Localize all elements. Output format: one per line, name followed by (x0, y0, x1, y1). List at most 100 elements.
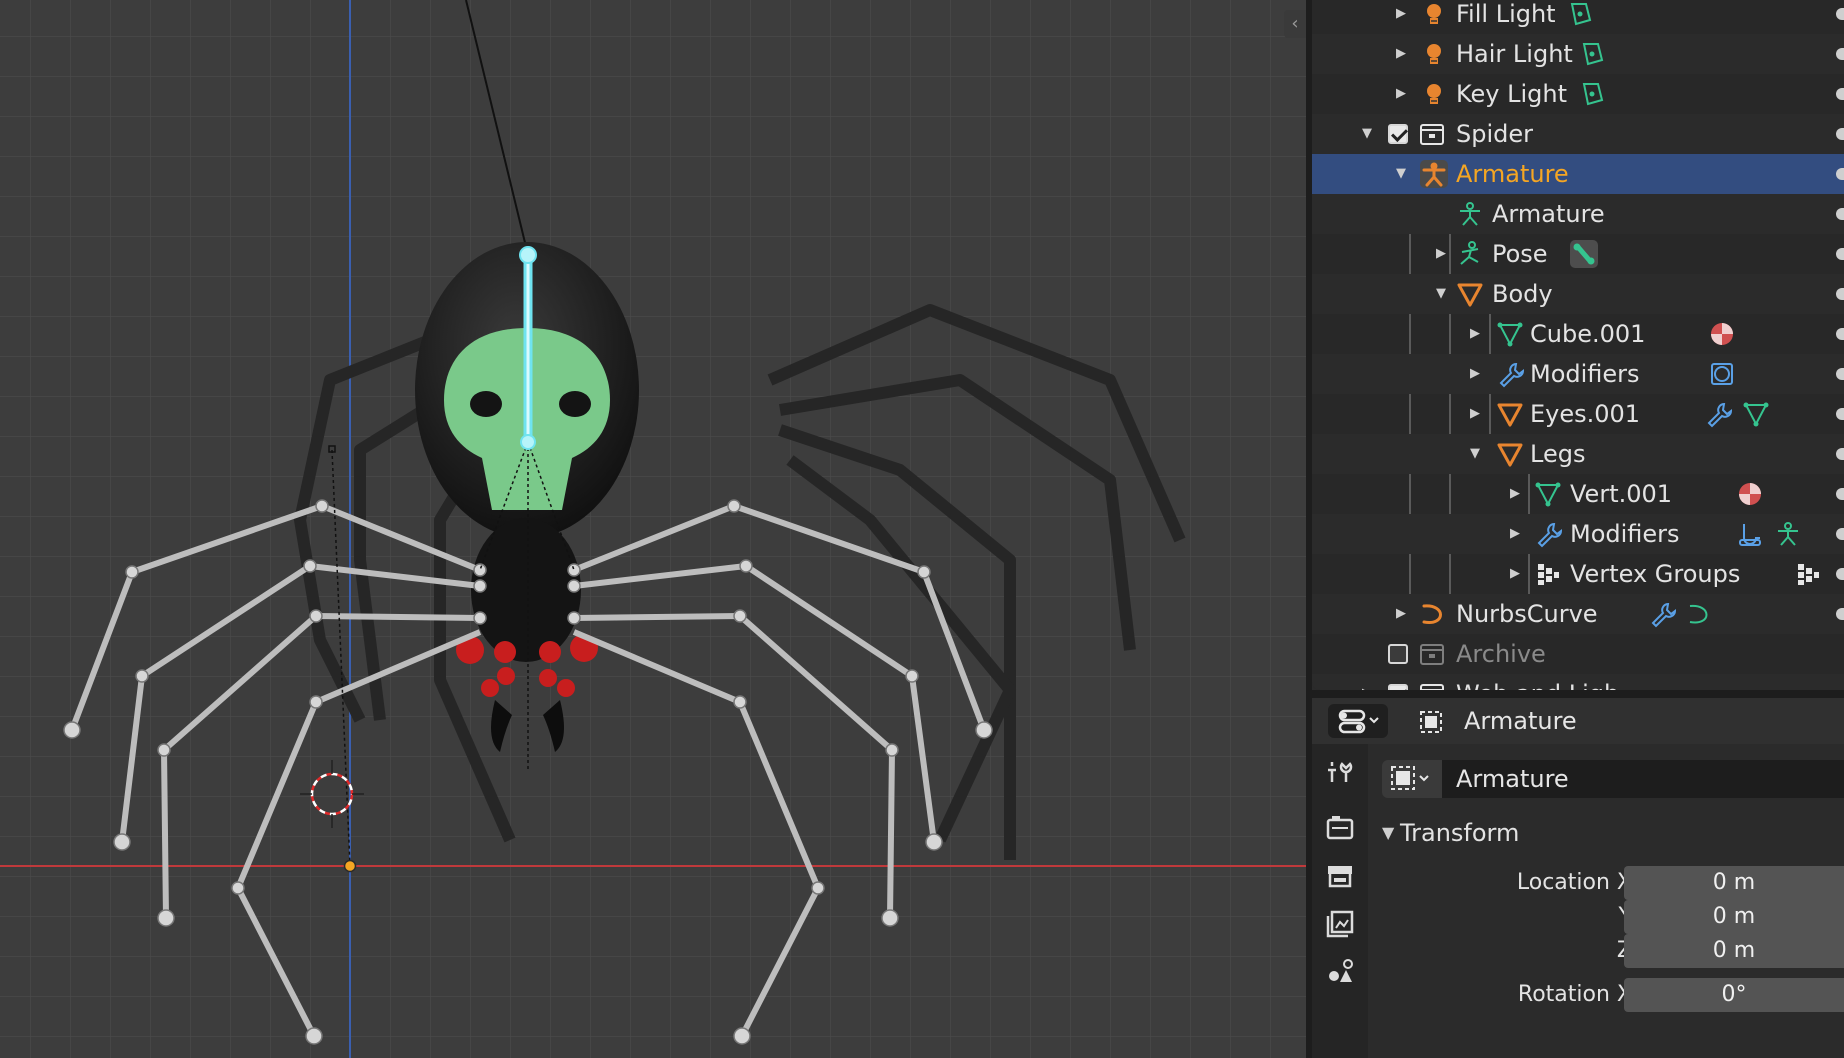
number-field[interactable]: 0° (1624, 978, 1844, 1012)
transform-panel-header[interactable]: ▼ Transform (1376, 812, 1844, 854)
light-data-icon-icon[interactable] (1578, 40, 1606, 68)
vertex-groups-icon[interactable] (1534, 560, 1562, 588)
outliner-row-nurbscurve[interactable]: ▶ NurbsCurve (1312, 594, 1844, 634)
expand-right-icon[interactable]: ▶ (1392, 0, 1410, 34)
row-indicator (1836, 288, 1844, 300)
expand-right-icon[interactable]: ▶ (1506, 554, 1524, 594)
collection-icon[interactable] (1418, 680, 1446, 690)
collection-checkbox[interactable] (1388, 644, 1408, 664)
object-name-field[interactable]: Armature (1442, 760, 1844, 798)
wrench-icon[interactable] (1648, 600, 1676, 628)
tab-render[interactable] (1320, 808, 1360, 848)
number-field[interactable]: 0 m (1624, 866, 1844, 900)
expand-right-icon[interactable]: ▶ (1506, 474, 1524, 514)
outliner-row-archive[interactable]: Archive (1312, 634, 1844, 674)
outliner-row-hair-light[interactable]: ▶ Hair Light (1312, 34, 1844, 74)
expand-down-icon[interactable]: ▼ (1392, 154, 1410, 194)
collection-icon[interactable] (1418, 120, 1446, 148)
expand-down-icon[interactable]: ▼ (1432, 274, 1450, 314)
material-icon-icon[interactable] (1708, 320, 1736, 348)
expand-right-icon[interactable]: ▶ (1358, 674, 1376, 690)
outliner-label: Pose (1492, 240, 1548, 268)
expand-down-icon[interactable]: ▼ (1466, 434, 1484, 474)
curve-object-icon[interactable] (1420, 600, 1448, 628)
armature-icon[interactable] (1774, 520, 1802, 548)
tab-scene[interactable] (1320, 952, 1360, 992)
collection-icon[interactable] (1418, 640, 1446, 668)
number-field[interactable]: 0 m (1624, 934, 1844, 968)
outliner-row-fill-light[interactable]: ▶ Fill Light (1312, 0, 1844, 34)
material-icon-icon[interactable] (1736, 480, 1764, 508)
modifier-icon[interactable] (1534, 520, 1562, 548)
mesh-icon[interactable] (1742, 400, 1770, 428)
curve-icon[interactable] (1686, 600, 1714, 628)
outliner-label: Vertex Groups (1570, 560, 1741, 588)
outliner-row-key-light[interactable]: ▶ Key Light (1312, 74, 1844, 114)
expand-right-icon[interactable]: ▶ (1392, 74, 1410, 114)
expand-right-icon[interactable]: ▶ (1392, 34, 1410, 74)
mesh-object-icon[interactable] (1496, 400, 1524, 428)
light-icon[interactable] (1420, 0, 1448, 28)
expand-down-icon[interactable]: ▼ (1358, 114, 1376, 154)
tool-icon (1328, 762, 1353, 782)
light-icon[interactable] (1420, 40, 1448, 68)
viewport-canvas[interactable] (0, 0, 1306, 1058)
scene-icon (1329, 959, 1353, 982)
outliner-row-modifiers[interactable]: ▶ Modifiers (1312, 354, 1844, 394)
outliner-row-vert-001[interactable]: ▶ Vert.001 (1312, 474, 1844, 514)
tab-view-layer[interactable] (1320, 904, 1360, 944)
pose-icon[interactable] (1456, 240, 1484, 268)
properties-tabs (1312, 744, 1368, 1058)
outliner-row-armature[interactable]: ▼ Armature (1312, 154, 1844, 194)
editor-type-button[interactable] (1328, 704, 1388, 738)
object-type-dropdown[interactable] (1382, 760, 1442, 798)
outliner-label: Armature (1456, 160, 1569, 188)
outliner-row-eyes-001[interactable]: ▶ Eyes.001 (1312, 394, 1844, 434)
outliner[interactable]: ▶ Fill Light ▶ Hair Light ▶ Key Light ▼ Spider ▼… (1312, 0, 1844, 690)
number-field[interactable]: 0 m (1624, 900, 1844, 934)
row-indicator (1836, 448, 1844, 460)
light-data-icon-icon[interactable] (1566, 0, 1594, 28)
mesh-data-icon[interactable] (1534, 480, 1562, 508)
collection-checkbox[interactable] (1388, 124, 1408, 144)
hook-icon[interactable] (1736, 520, 1764, 548)
modifier-icon[interactable] (1496, 360, 1524, 388)
light-icon[interactable] (1420, 80, 1448, 108)
outliner-row-spider[interactable]: ▼ Spider (1312, 114, 1844, 154)
expand-right-icon[interactable]: ▶ (1392, 594, 1410, 634)
bone-icon-icon[interactable] (1570, 240, 1598, 268)
outliner-row-pose[interactable]: ▶ Pose (1312, 234, 1844, 274)
expand-right-icon[interactable]: ▶ (1506, 514, 1524, 554)
row-indicator (1836, 128, 1844, 140)
row-indicator (1836, 208, 1844, 220)
outliner-row-vertex-groups[interactable]: ▶ Vertex Groups (1312, 554, 1844, 594)
mesh-data-icon[interactable] (1496, 320, 1524, 348)
outliner-row-legs[interactable]: ▼ Legs (1312, 434, 1844, 474)
expand-right-icon[interactable]: ▶ (1432, 234, 1450, 274)
outliner-row-body[interactable]: ▼ Body (1312, 274, 1844, 314)
wrench-icon[interactable] (1704, 400, 1732, 428)
outliner-row-armature[interactable]: Armature (1312, 194, 1844, 234)
expand-right-icon[interactable]: ▶ (1466, 394, 1484, 434)
subsurf-icon-icon[interactable] (1708, 360, 1736, 388)
sidebar-toggle-icon[interactable]: ‹ (1284, 10, 1306, 38)
row-indicator (1836, 168, 1844, 180)
row-indicator (1836, 8, 1844, 20)
armature-data-icon[interactable] (1456, 200, 1484, 228)
expand-right-icon[interactable]: ▶ (1466, 354, 1484, 394)
outliner-row-web-and-ligh[interactable]: ▶ Web and Ligh (1312, 674, 1844, 690)
mesh-object-icon[interactable] (1496, 440, 1524, 468)
tab-output[interactable] (1320, 856, 1360, 896)
outliner-row-cube-001[interactable]: ▶ Cube.001 (1312, 314, 1844, 354)
outliner-label: NurbsCurve (1456, 600, 1598, 628)
expand-right-icon[interactable]: ▶ (1466, 314, 1484, 354)
outliner-row-modifiers[interactable]: ▶ Modifiers (1312, 514, 1844, 554)
tab-tool[interactable] (1320, 752, 1360, 792)
mesh-object-icon[interactable] (1456, 280, 1484, 308)
outliner-label: Fill Light (1456, 0, 1556, 28)
3d-viewport[interactable]: ‹ (0, 0, 1306, 1058)
vertex-groups-icon-icon[interactable] (1794, 560, 1822, 588)
armature-object-icon[interactable] (1420, 160, 1448, 188)
area-divider-horizontal[interactable] (1312, 690, 1844, 698)
light-data-icon-icon[interactable] (1578, 80, 1606, 108)
